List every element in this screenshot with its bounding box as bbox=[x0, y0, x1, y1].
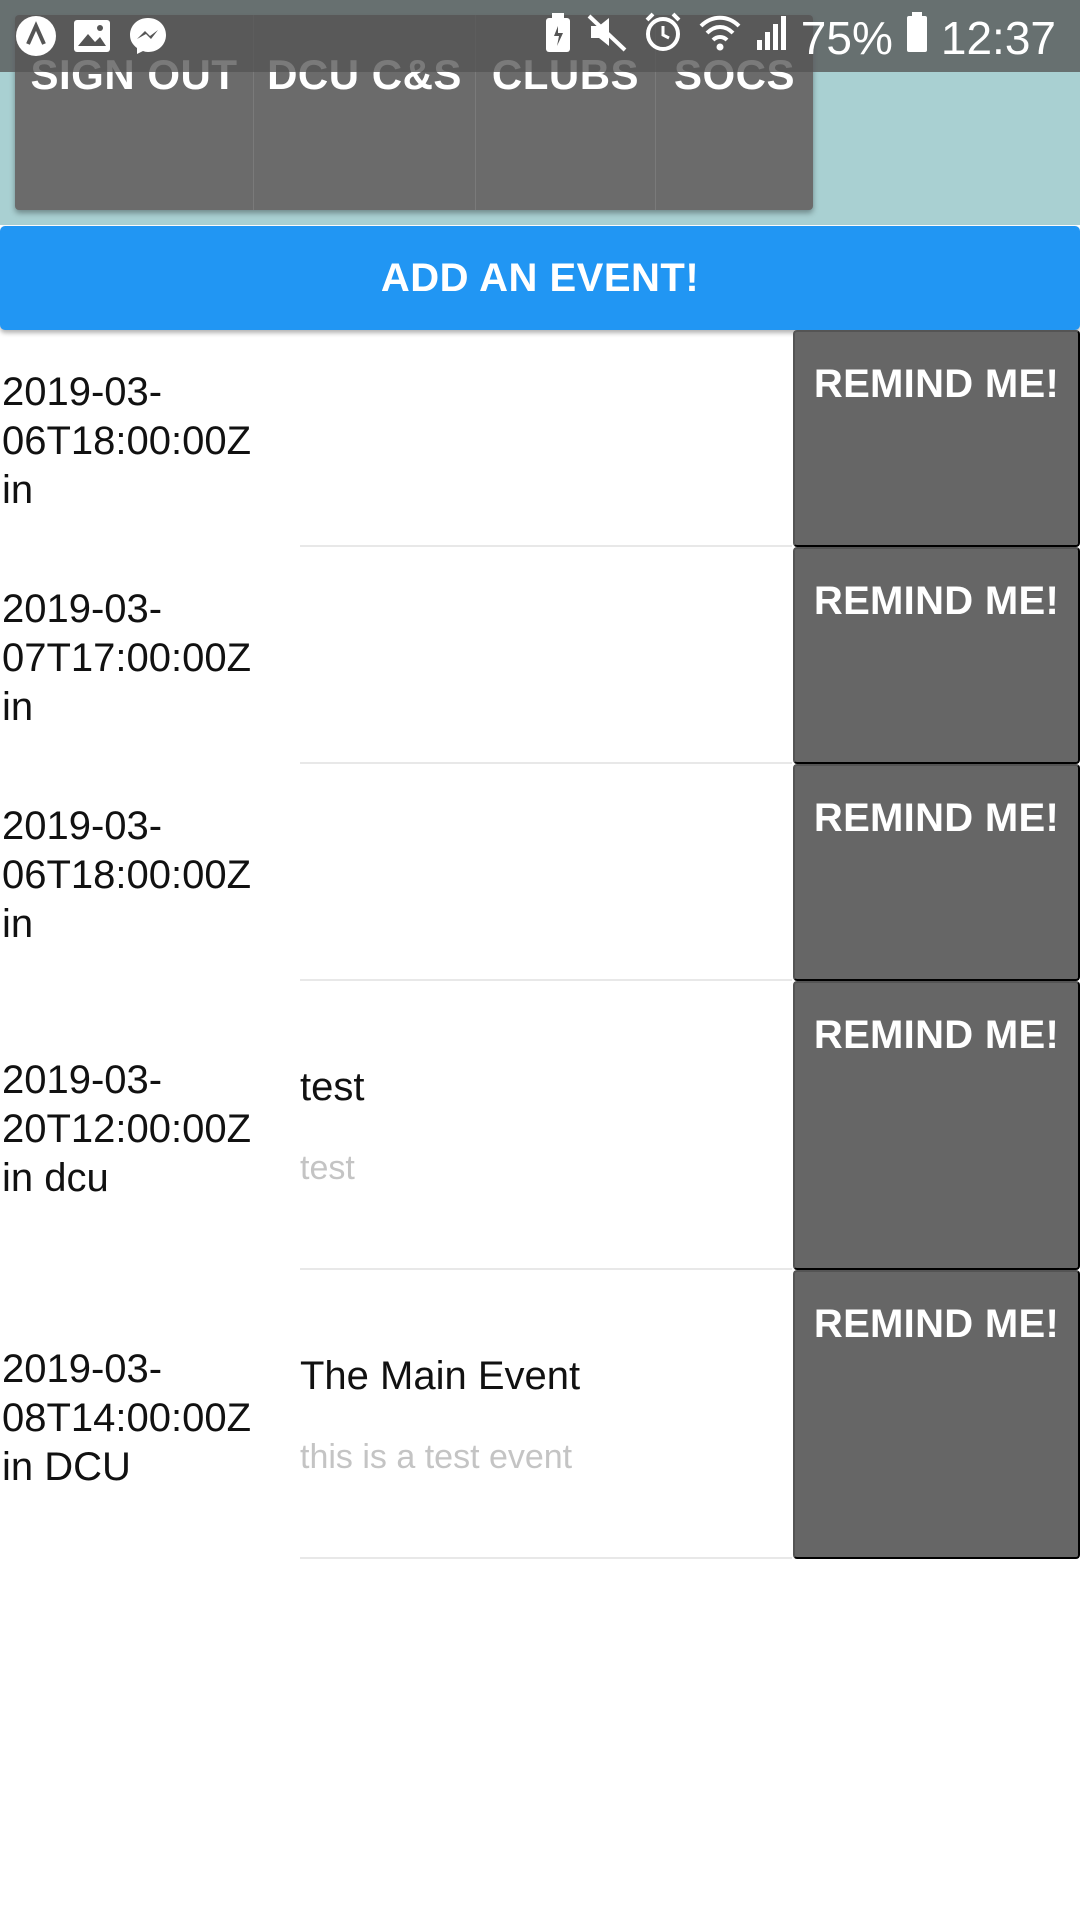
list-item: 2019-03-06T18:00:00Z in REMIND ME! bbox=[0, 764, 1080, 981]
event-location: in bbox=[2, 468, 34, 512]
mute-icon bbox=[585, 10, 629, 65]
event-date: 2019-03-06T18:00:00Z in bbox=[2, 802, 292, 949]
list-item: 2019-03-08T14:00:00Z in DCU The Main Eve… bbox=[0, 1270, 1080, 1559]
remind-me-button[interactable]: REMIND ME! bbox=[793, 764, 1080, 981]
list-item: 2019-03-06T18:00:00Z in REMIND ME! bbox=[0, 330, 1080, 547]
status-time: 12:37 bbox=[940, 11, 1056, 64]
event-title: test bbox=[300, 1065, 365, 1109]
wifi-icon bbox=[697, 10, 743, 65]
battery-saver-icon bbox=[543, 11, 573, 65]
event-location: in bbox=[2, 685, 34, 729]
remind-me-button[interactable]: REMIND ME! bbox=[793, 981, 1080, 1270]
event-date-value: 2019-03-20T12:00:00Z bbox=[2, 1058, 252, 1151]
event-location: in dcu bbox=[2, 1156, 109, 1200]
event-date: 2019-03-06T18:00:00Z in bbox=[2, 368, 292, 515]
add-event-button[interactable]: ADD AN EVENT! bbox=[0, 226, 1080, 330]
battery-percent: 75% bbox=[800, 11, 893, 64]
status-bar: 75% 12:37 bbox=[0, 0, 1080, 72]
remind-me-button[interactable]: REMIND ME! bbox=[793, 330, 1080, 547]
event-location: in bbox=[2, 902, 34, 946]
list-item: 2019-03-07T17:00:00Z in REMIND ME! bbox=[0, 547, 1080, 764]
signal-icon bbox=[755, 10, 789, 65]
remind-me-button[interactable]: REMIND ME! bbox=[793, 1270, 1080, 1559]
event-date: 2019-03-08T14:00:00Z in DCU bbox=[2, 1345, 292, 1492]
divider bbox=[300, 1557, 792, 1559]
event-title: The Main Event bbox=[300, 1354, 581, 1398]
event-date-value: 2019-03-08T14:00:00Z bbox=[2, 1347, 252, 1440]
alarm-icon bbox=[641, 10, 685, 65]
event-description: test bbox=[300, 1149, 355, 1187]
list-item: 2019-03-20T12:00:00Z in dcu test test RE… bbox=[0, 981, 1080, 1270]
remind-me-button[interactable]: REMIND ME! bbox=[793, 547, 1080, 764]
app-icon bbox=[14, 14, 58, 63]
gallery-icon bbox=[70, 14, 114, 63]
messenger-icon bbox=[126, 14, 170, 63]
event-date: 2019-03-07T17:00:00Z in bbox=[2, 585, 292, 732]
event-location: in DCU bbox=[2, 1445, 131, 1489]
event-description: this is a test event bbox=[300, 1438, 573, 1476]
event-list: 2019-03-06T18:00:00Z in REMIND ME! 2019-… bbox=[0, 330, 1080, 1559]
event-date: 2019-03-20T12:00:00Z in dcu bbox=[2, 1056, 292, 1203]
battery-icon bbox=[905, 10, 929, 65]
event-date-value: 2019-03-06T18:00:00Z bbox=[2, 370, 252, 463]
event-date-value: 2019-03-07T17:00:00Z bbox=[2, 587, 252, 680]
event-date-value: 2019-03-06T18:00:00Z bbox=[2, 804, 252, 897]
